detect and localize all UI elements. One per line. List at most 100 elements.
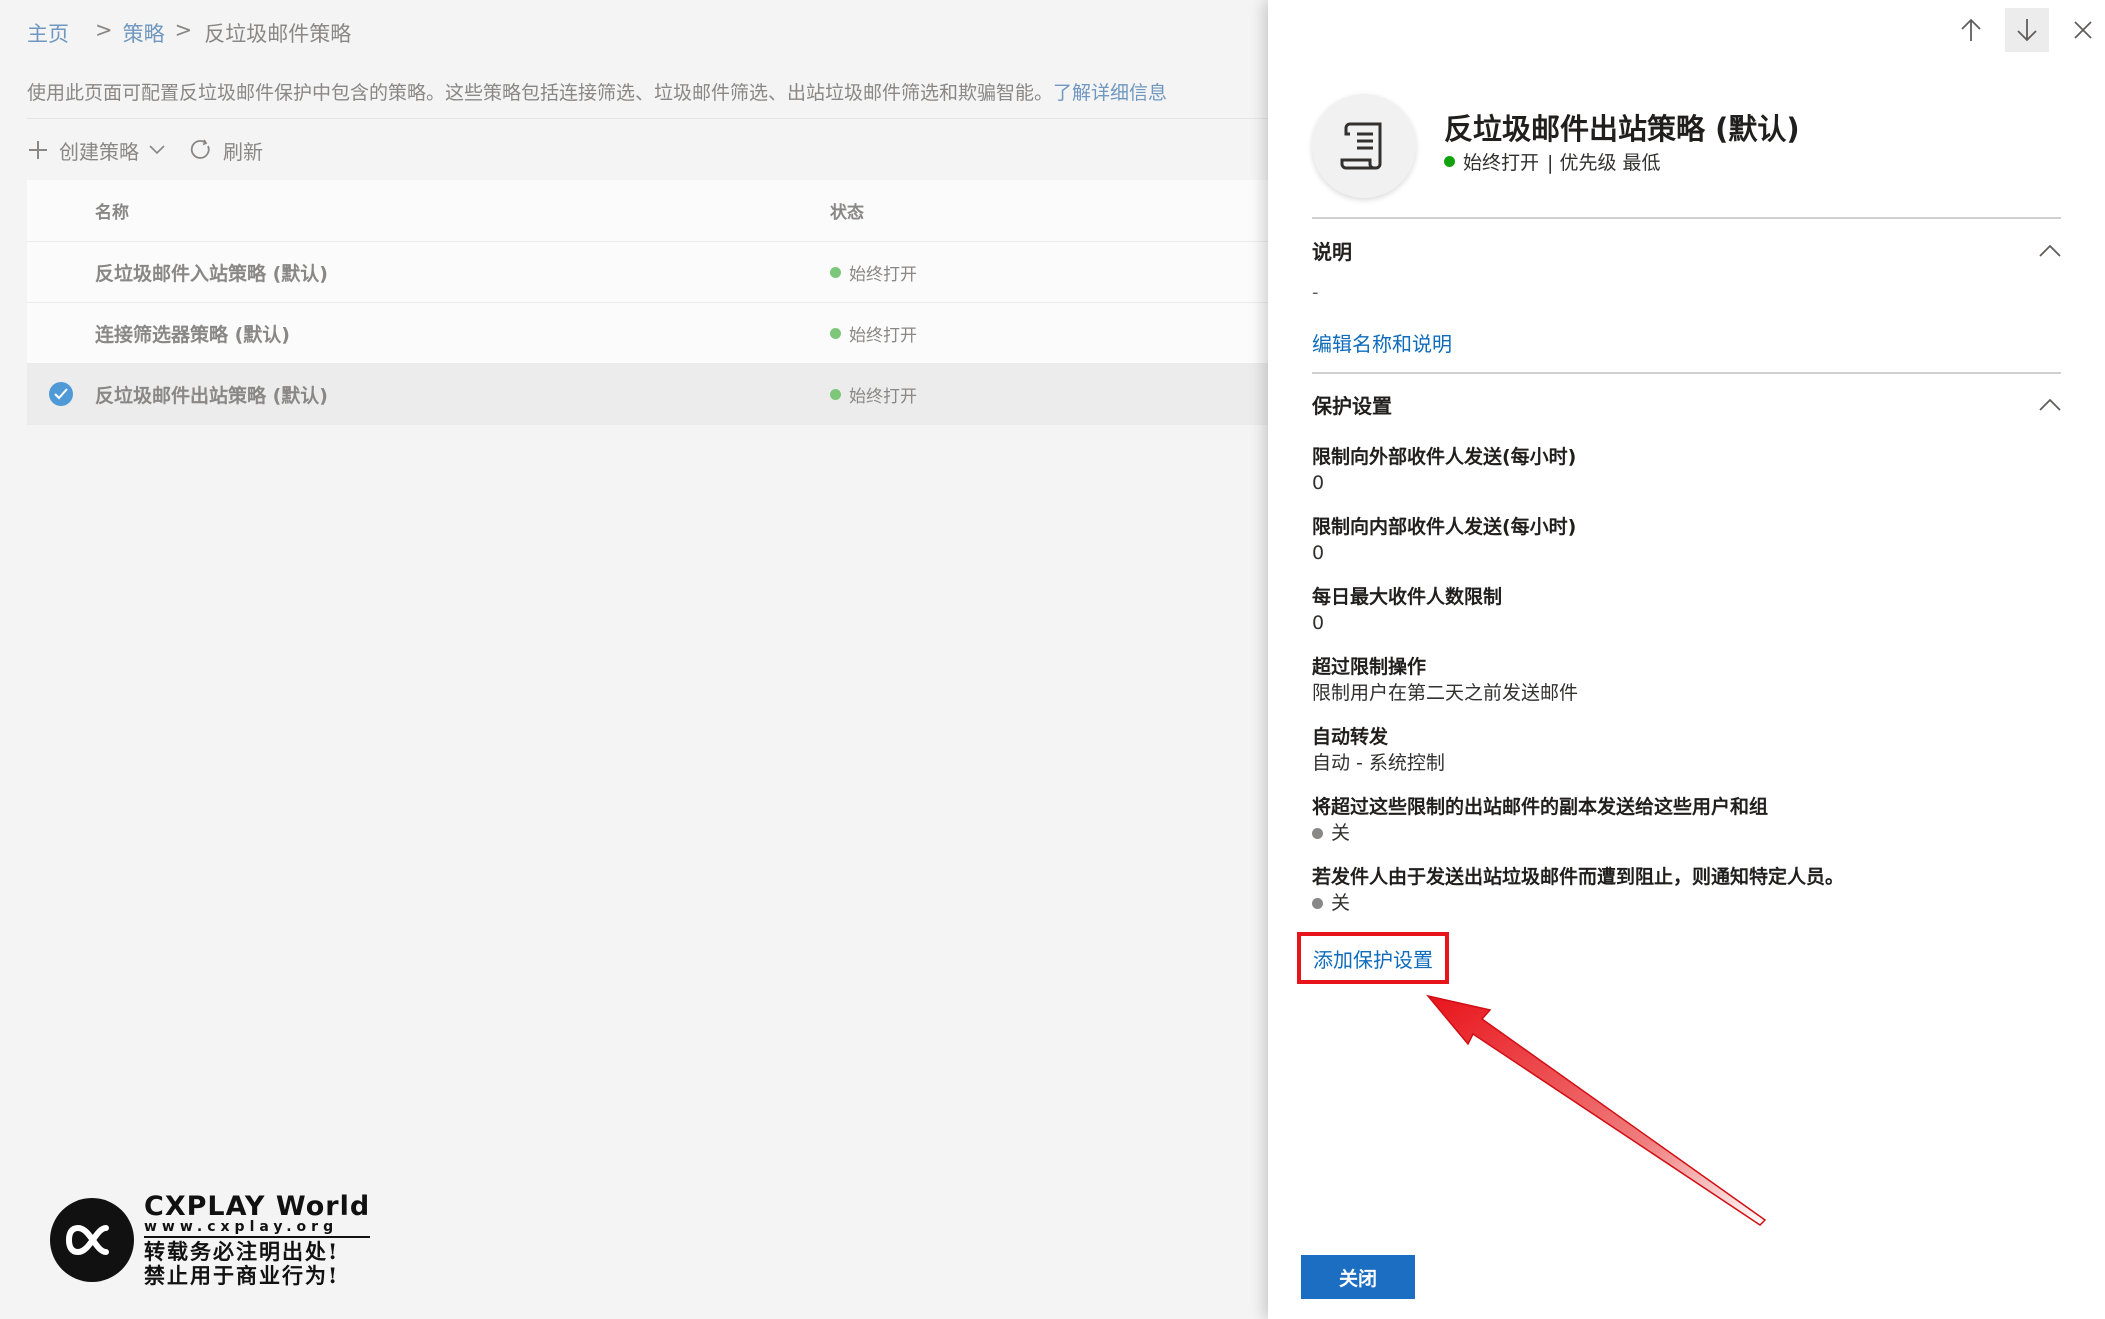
- setting-value-text: 0: [1312, 612, 1325, 634]
- setting-label: 每日最大收件人数限制: [1312, 586, 1503, 608]
- close-icon: [2074, 21, 2092, 39]
- learn-more-link[interactable]: 了解详细信息: [1053, 82, 1167, 104]
- next-item-button[interactable]: [2005, 8, 2049, 52]
- setting-value-text: 关: [1331, 892, 1351, 914]
- watermark: CXPLAY World www.cxplay.org 转载务必注明出处! 禁止…: [50, 1191, 371, 1288]
- watermark-url: www.cxplay.org: [144, 1220, 371, 1238]
- setting-value: 关: [1312, 820, 2072, 846]
- policy-document-icon: [1312, 94, 1416, 198]
- highlight-box: 添加保护设置: [1297, 932, 1449, 984]
- setting-item: 自动转发 自动 - 系统控制: [1312, 724, 2072, 776]
- divider: [27, 118, 1268, 119]
- arrow-up-icon: [1961, 18, 1981, 41]
- row-checked-icon[interactable]: [49, 382, 73, 406]
- status-dot-icon: [830, 388, 841, 400]
- policy-name: 反垃圾邮件出站策略 (默认): [95, 384, 328, 407]
- setting-label: 若发件人由于发送出站垃圾邮件而遭到阻止，则通知特定人员。: [1312, 866, 1845, 888]
- breadcrumb-home[interactable]: 主页: [27, 18, 69, 48]
- setting-item: 超过限制操作 限制用户在第二天之前发送邮件: [1312, 654, 2072, 706]
- section-divider: [1312, 372, 2061, 374]
- policy-status: 始终打开: [830, 321, 1268, 346]
- setting-item: 将超过这些限制的出站邮件的副本发送给这些用户和组 关: [1312, 794, 2072, 846]
- setting-item: 若发件人由于发送出站垃圾邮件而遭到阻止，则通知特定人员。 关: [1312, 864, 2072, 916]
- setting-value: 0: [1312, 610, 2072, 636]
- status-dot-icon: [830, 327, 841, 339]
- setting-item: 限制向内部收件人发送(每小时) 0: [1312, 514, 2072, 566]
- setting-label: 将超过这些限制的出站邮件的副本发送给这些用户和组: [1312, 796, 1769, 818]
- setting-value: 关: [1312, 890, 2072, 916]
- chevron-up-icon: [2039, 398, 2061, 411]
- add-protection-settings-link[interactable]: 添加保护设置: [1313, 944, 1433, 973]
- setting-value-text: 关: [1331, 822, 1351, 844]
- column-header-name[interactable]: 名称: [95, 198, 830, 223]
- policy-name: 反垃圾邮件入站策略 (默认): [95, 262, 328, 285]
- watermark-brand: CXPLAY World: [144, 1191, 371, 1222]
- edit-name-description-link[interactable]: 编辑名称和说明: [1312, 328, 1452, 357]
- protection-section-header[interactable]: 保护设置: [1312, 390, 2061, 419]
- status-dot-icon: [1444, 156, 1455, 167]
- watermark-line2: 禁止用于商业行为!: [144, 1263, 340, 1288]
- description-heading: 说明: [1312, 240, 1352, 264]
- setting-label: 超过限制操作: [1312, 656, 1427, 678]
- setting-value: 0: [1312, 470, 2072, 496]
- setting-value-text: 限制用户在第二天之前发送邮件: [1312, 682, 1579, 704]
- setting-label: 限制向内部收件人发送(每小时): [1312, 516, 1577, 538]
- setting-item: 每日最大收件人数限制 0: [1312, 584, 2072, 636]
- setting-value: 0: [1312, 540, 2072, 566]
- chevron-down-icon: [149, 145, 165, 155]
- close-panel-button[interactable]: [2061, 8, 2105, 52]
- chevron-up-icon: [2039, 244, 2061, 257]
- setting-label: 限制向外部收件人发送(每小时): [1312, 446, 1577, 468]
- section-divider: [1312, 217, 2061, 219]
- watermark-logo-icon: [50, 1197, 134, 1282]
- toolbar: 创建策略 刷新: [27, 132, 287, 168]
- breadcrumb-separator: >: [174, 18, 193, 42]
- policy-details-flyout: 反垃圾邮件出站策略 (默认) 始终打开 | 优先级 最低 说明 - 编辑名称和说…: [1268, 0, 2105, 1319]
- status-dot-icon: [830, 266, 841, 278]
- plus-icon: [29, 141, 47, 159]
- table-row[interactable]: 连接筛选器策略 (默认) 始终打开: [27, 303, 1268, 364]
- table-header: 名称 状态: [27, 180, 1268, 242]
- policy-name: 连接筛选器策略 (默认): [95, 323, 290, 346]
- column-header-status[interactable]: 状态: [830, 198, 1268, 223]
- policy-status: 始终打开: [830, 260, 1268, 285]
- panel-status: 始终打开: [1463, 152, 1540, 174]
- policy-status: 始终打开: [830, 382, 1268, 407]
- policy-table: 名称 状态 反垃圾邮件入站策略 (默认) 始终打开 连接筛选器策略 (默认) 始…: [27, 180, 1268, 425]
- off-status-dot-icon: [1312, 897, 1323, 909]
- setting-value-text: 0: [1312, 542, 1325, 564]
- refresh-label: 刷新: [223, 139, 263, 164]
- refresh-icon: [190, 139, 210, 159]
- page-description: 使用此页面可配置反垃圾邮件保护中包含的策略。这些策略包括连接筛选、垃圾邮件筛选、…: [27, 78, 1167, 105]
- setting-value-text: 自动 - 系统控制: [1312, 752, 1445, 774]
- table-row[interactable]: 反垃圾邮件入站策略 (默认) 始终打开: [27, 242, 1268, 303]
- watermark-line1: 转载务必注明出处!: [144, 1239, 340, 1264]
- policy-status-text: 始终打开: [849, 264, 917, 285]
- panel-priority: | 优先级 最低: [1547, 152, 1661, 174]
- policy-list-page: 主页 > 策略 > 反垃圾邮件策略 使用此页面可配置反垃圾邮件保护中包含的策略。…: [0, 0, 1268, 1319]
- protection-settings-list: 限制向外部收件人发送(每小时) 0 限制向内部收件人发送(每小时) 0 每日最大…: [1312, 444, 2072, 934]
- breadcrumb-current: 反垃圾邮件策略: [204, 22, 352, 46]
- setting-item: 限制向外部收件人发送(每小时) 0: [1312, 444, 2072, 496]
- create-policy-button[interactable]: 创建策略: [27, 136, 165, 165]
- breadcrumb: 主页 > 策略 > 反垃圾邮件策略: [27, 18, 351, 48]
- table-row-selected[interactable]: 反垃圾邮件出站策略 (默认) 始终打开: [27, 364, 1268, 425]
- description-value: -: [1312, 282, 1319, 303]
- create-policy-label: 创建策略: [59, 139, 139, 164]
- policy-status-text: 始终打开: [849, 386, 917, 407]
- panel-title: 反垃圾邮件出站策略 (默认): [1444, 112, 1800, 146]
- protection-heading: 保护设置: [1312, 394, 1392, 418]
- setting-label: 自动转发: [1312, 726, 1389, 748]
- setting-value: 自动 - 系统控制: [1312, 750, 2072, 776]
- panel-nav: [1937, 8, 2105, 52]
- description-section-header[interactable]: 说明: [1312, 236, 2061, 265]
- setting-value-text: 0: [1312, 472, 1325, 494]
- off-status-dot-icon: [1312, 827, 1323, 839]
- refresh-button[interactable]: 刷新: [189, 136, 263, 165]
- panel-subtitle: 始终打开 | 优先级 最低: [1444, 148, 1661, 175]
- policy-status-text: 始终打开: [849, 325, 917, 346]
- close-button[interactable]: 关闭: [1301, 1255, 1415, 1299]
- breadcrumb-separator: >: [95, 18, 113, 42]
- breadcrumb-policies[interactable]: 策略: [123, 18, 165, 48]
- previous-item-button[interactable]: [1949, 8, 1993, 52]
